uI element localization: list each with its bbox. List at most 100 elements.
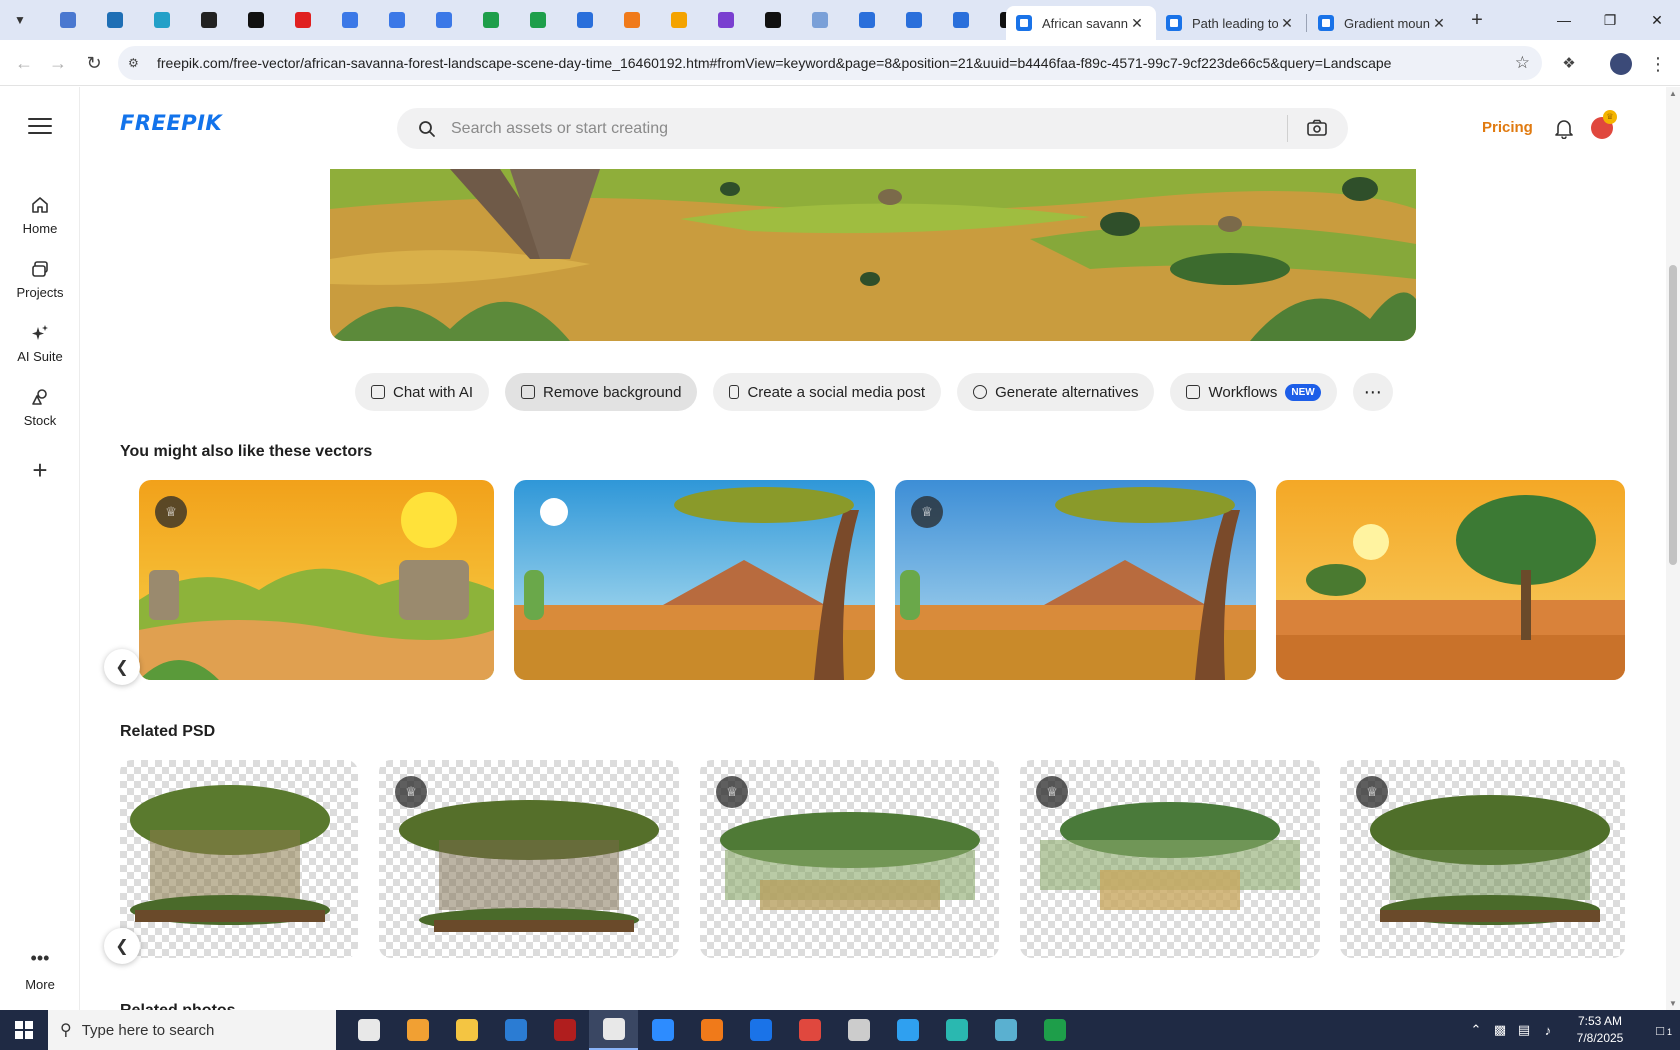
remove-background-button[interactable]: Remove background — [505, 373, 698, 411]
search-input[interactable] — [451, 119, 1271, 138]
vector-thumbnail[interactable]: ♕ — [895, 480, 1256, 680]
taskbar-app[interactable] — [1030, 1010, 1079, 1050]
chat-with-ai-button[interactable]: Chat with AI — [355, 373, 490, 411]
taskbar-app[interactable] — [491, 1010, 540, 1050]
vector-thumbnail[interactable] — [514, 480, 875, 680]
pinned-tab[interactable] — [749, 8, 796, 32]
browser-menu-icon[interactable]: ⋮ — [1648, 52, 1668, 76]
back-arrow-icon[interactable]: ← — [12, 51, 36, 75]
freepik-logo[interactable]: FREEPIK — [120, 111, 222, 135]
page-scrollbar[interactable]: ▲ ▼ — [1666, 87, 1680, 1010]
vector-thumbnail[interactable]: ♕ — [139, 480, 494, 680]
taskbar-app[interactable] — [834, 1010, 883, 1050]
sidebar-item-home[interactable]: Home — [0, 195, 80, 236]
psd-carousel-prev-button[interactable]: ❮ — [104, 928, 140, 964]
taskbar-app[interactable] — [883, 1010, 932, 1050]
psd-thumbnail[interactable]: ♕ — [700, 760, 999, 958]
close-icon[interactable]: ✕ — [1128, 15, 1146, 32]
vectors-carousel-prev-button[interactable]: ❮ — [104, 649, 140, 685]
vectors-section-title: You might also like these vectors — [120, 443, 373, 460]
pinned-tab[interactable] — [702, 8, 749, 32]
pinned-tab[interactable] — [796, 8, 843, 32]
pinned-tab[interactable] — [843, 8, 890, 32]
site-settings-icon[interactable]: ⚙ — [128, 56, 148, 70]
tab-gradient-mountain[interactable]: Gradient moun ✕ — [1308, 6, 1458, 40]
taskbar-app[interactable] — [687, 1010, 736, 1050]
sparkle-icon — [32, 325, 48, 340]
sidebar-item-ai-suite[interactable]: AI Suite — [0, 323, 80, 364]
pinned-tab[interactable] — [561, 8, 608, 32]
tab-search-chevron-icon[interactable]: ▼ — [8, 8, 32, 32]
scroll-down-arrow-icon[interactable]: ▼ — [1666, 999, 1680, 1008]
psd-thumbnail[interactable]: ♕ — [379, 760, 679, 958]
pinned-tab[interactable] — [232, 8, 279, 32]
chevron-up-icon[interactable]: ⌃ — [1464, 1022, 1488, 1038]
close-icon[interactable]: ✕ — [1278, 15, 1296, 32]
reload-icon[interactable]: ↻ — [82, 51, 106, 75]
sidebar-item-stock[interactable]: Stock — [0, 387, 80, 428]
url-omnibox[interactable]: ⚙ freepik.com/free-vector/african-savann… — [118, 46, 1542, 80]
create-social-post-button[interactable]: Create a social media post — [713, 373, 942, 411]
scroll-up-arrow-icon[interactable]: ▲ — [1666, 89, 1680, 98]
restore-icon[interactable]: ❐ — [1587, 0, 1633, 40]
camera-search-icon[interactable] — [1306, 118, 1328, 138]
taskbar-app[interactable] — [638, 1010, 687, 1050]
scrollbar-thumb[interactable] — [1669, 265, 1677, 565]
tab-path-leading[interactable]: Path leading to ✕ — [1156, 6, 1306, 40]
pinned-tab[interactable] — [138, 8, 185, 32]
taskbar-app[interactable] — [393, 1010, 442, 1050]
pinned-tab[interactable] — [514, 8, 561, 32]
main-preview-image[interactable] — [330, 169, 1416, 341]
minimize-icon[interactable]: — — [1541, 0, 1587, 40]
volume-icon[interactable]: ♪ — [1536, 1023, 1560, 1038]
generate-alternatives-button[interactable]: Generate alternatives — [957, 373, 1155, 411]
taskbar-app[interactable] — [785, 1010, 834, 1050]
bell-icon[interactable] — [1553, 117, 1575, 139]
url-text[interactable]: freepik.com/free-vector/african-savanna-… — [157, 55, 1391, 71]
hamburger-menu-icon[interactable] — [28, 118, 52, 136]
extensions-puzzle-icon[interactable]: ❖ — [1557, 51, 1581, 75]
system-clock[interactable]: 7:53 AM 7/8/2025 — [1560, 1013, 1640, 1047]
pinned-tab[interactable] — [373, 8, 420, 32]
taskbar-search[interactable]: ⚲ Type here to search — [48, 1010, 336, 1050]
pinned-tab[interactable] — [185, 8, 232, 32]
psd-thumbnail[interactable]: ♕ — [1020, 760, 1320, 958]
close-icon[interactable]: ✕ — [1430, 15, 1448, 32]
pinned-tab[interactable] — [608, 8, 655, 32]
add-plus-icon[interactable]: + — [20, 450, 60, 490]
taskbar-app[interactable] — [540, 1010, 589, 1050]
pinned-tab[interactable] — [420, 8, 467, 32]
workflows-button[interactable]: Workflows NEW — [1170, 373, 1337, 411]
notification-icon[interactable]: □ 1 — [1640, 1023, 1680, 1038]
pinned-tab[interactable] — [91, 8, 138, 32]
pinned-tab[interactable] — [655, 8, 702, 32]
device-icon[interactable]: ▩ — [1488, 1022, 1512, 1038]
sidebar-item-more[interactable]: ••• More — [0, 949, 80, 992]
more-tools-button[interactable]: ⋯ — [1352, 373, 1393, 411]
profile-avatar-icon[interactable] — [1610, 53, 1632, 75]
taskbar-app[interactable] — [736, 1010, 785, 1050]
pricing-link[interactable]: Pricing — [1482, 119, 1533, 136]
taskbar-app[interactable] — [932, 1010, 981, 1050]
forward-arrow-icon[interactable]: → — [46, 51, 70, 75]
tab-african-savanna[interactable]: African savanna ✕ — [1006, 6, 1156, 40]
bookmark-star-icon[interactable]: ☆ — [1515, 53, 1530, 73]
pinned-tab[interactable] — [279, 8, 326, 32]
taskbar-app[interactable] — [344, 1010, 393, 1050]
taskbar-app[interactable] — [589, 1010, 638, 1050]
network-icon[interactable]: ▤ — [1512, 1022, 1536, 1038]
pinned-tab[interactable] — [467, 8, 514, 32]
vector-thumbnail[interactable] — [1276, 480, 1625, 680]
window-close-icon[interactable]: ✕ — [1634, 0, 1680, 40]
taskbar-app[interactable] — [981, 1010, 1030, 1050]
pinned-tab[interactable] — [326, 8, 373, 32]
new-tab-plus-icon[interactable]: + — [1465, 8, 1489, 32]
taskbar-app[interactable] — [442, 1010, 491, 1050]
pinned-tab[interactable] — [937, 8, 984, 32]
sidebar-item-projects[interactable]: Projects — [0, 259, 80, 300]
pinned-tab[interactable] — [44, 8, 91, 32]
pinned-tab[interactable] — [890, 8, 937, 32]
psd-thumbnail[interactable] — [120, 760, 358, 958]
start-button[interactable] — [0, 1010, 48, 1050]
psd-thumbnail[interactable]: ♕ — [1340, 760, 1625, 958]
